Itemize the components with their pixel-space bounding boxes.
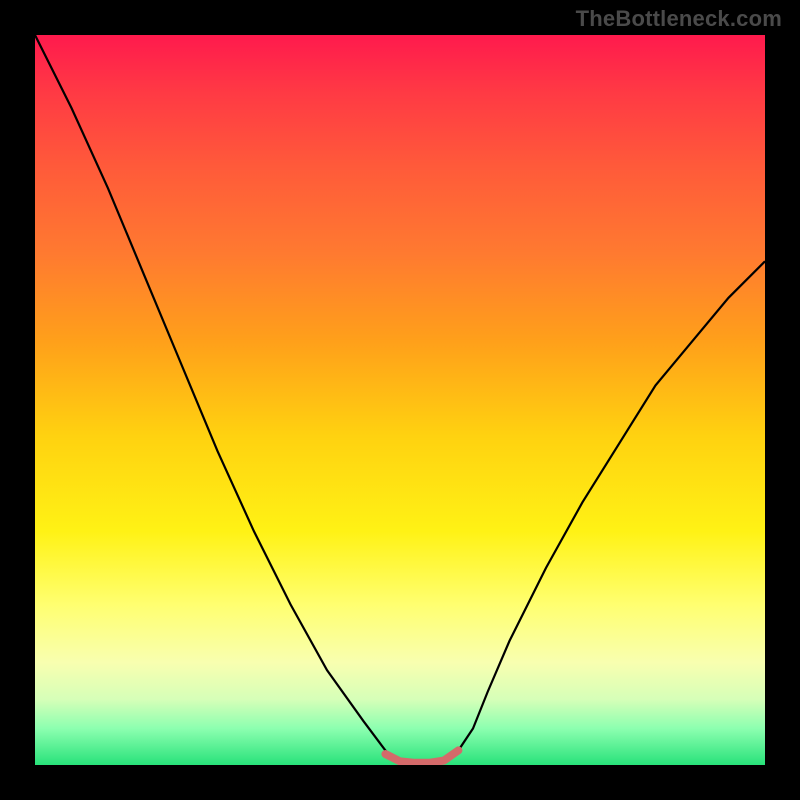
- watermark-text: TheBottleneck.com: [576, 6, 782, 32]
- plot-area: [35, 35, 765, 765]
- optimal-flat-segment: [385, 750, 458, 762]
- bottleneck-curve: [35, 35, 765, 765]
- curve-layer: [35, 35, 765, 765]
- chart-frame: TheBottleneck.com: [0, 0, 800, 800]
